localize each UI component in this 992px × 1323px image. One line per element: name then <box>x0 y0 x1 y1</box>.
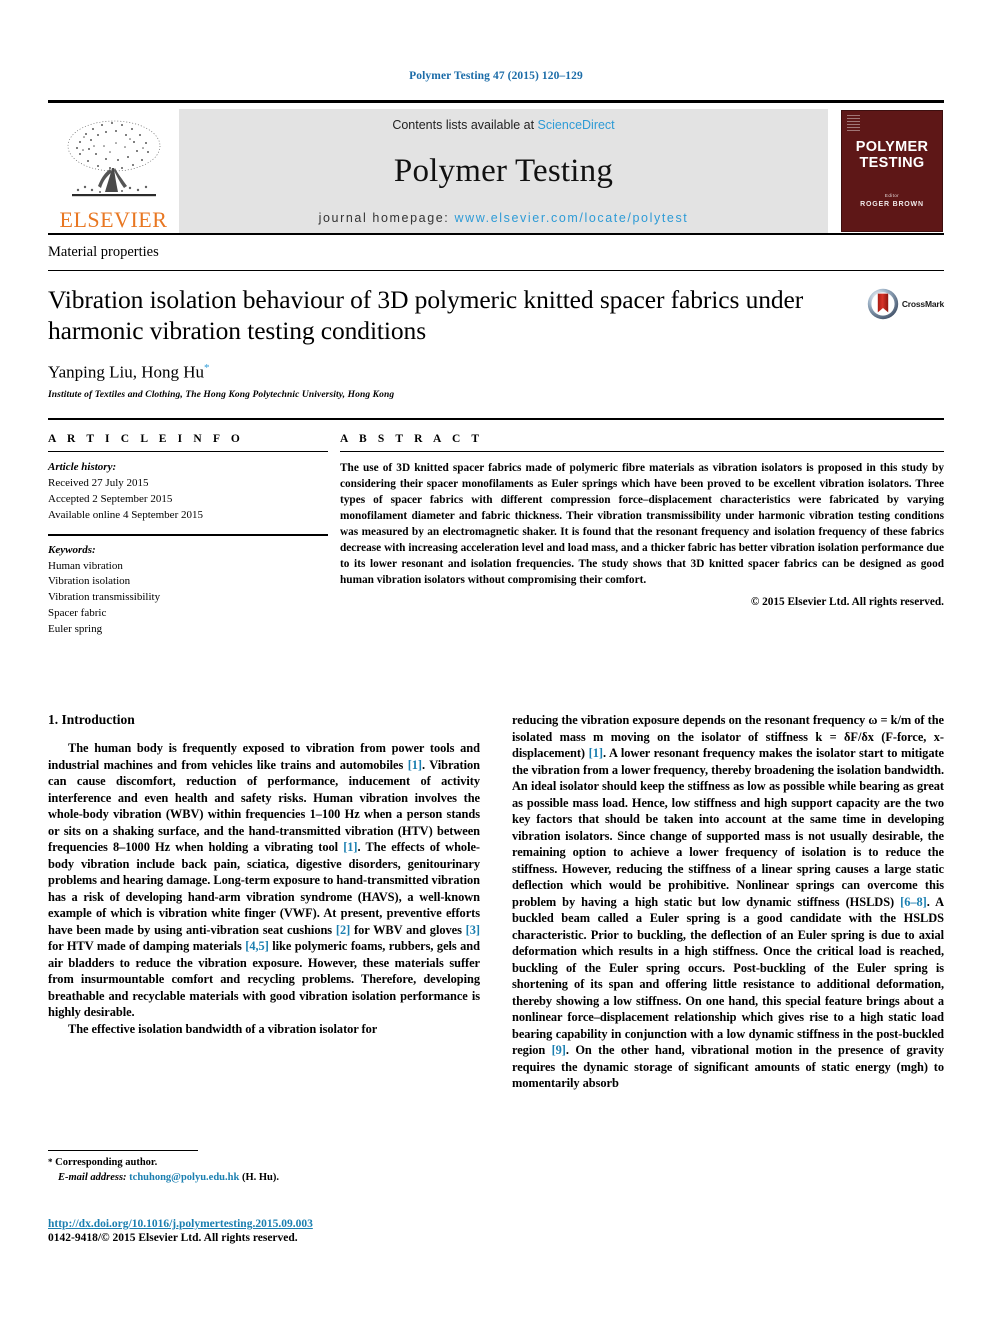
info-abstract-block: A R T I C L E I N F O Article history: R… <box>48 420 944 638</box>
elsevier-logo: ELSEVIER <box>48 109 179 233</box>
citation-ref[interactable]: [1] <box>343 840 357 854</box>
doi-link[interactable]: http://dx.doi.org/10.1016/j.polymertesti… <box>48 1218 478 1230</box>
abstract-column: A B S T R A C T The use of 3D knitted sp… <box>340 433 944 638</box>
section-label: Material properties <box>48 244 159 260</box>
email-label: E-mail address: <box>58 1171 127 1183</box>
article-history-label: Article history: <box>48 460 117 473</box>
corresponding-author-marker: * <box>204 362 210 375</box>
citation-ref[interactable]: [2] <box>336 923 350 937</box>
contents-available-line: Contents lists available at ScienceDirec… <box>392 118 614 132</box>
article-info-heading-rule <box>48 450 328 452</box>
citation-ref[interactable]: [1] <box>589 746 603 760</box>
elsevier-tree-icon <box>67 120 160 197</box>
journal-homepage-link[interactable]: www.elsevier.com/locate/polytest <box>454 211 688 225</box>
keywords-divider <box>48 533 328 536</box>
history-item: Accepted 2 September 2015 <box>48 492 173 505</box>
corresponding-author-footnote: * Corresponding author. E-mail address: … <box>48 1150 478 1185</box>
abstract-heading-rule <box>340 450 944 452</box>
footnote-divider <box>48 1150 198 1151</box>
history-item: Received 27 July 2015 <box>48 476 149 489</box>
body-column-right: reducing the vibration exposure depends … <box>512 712 944 1092</box>
running-head: Polymer Testing 47 (2015) 120–129 <box>409 70 583 82</box>
footnote-star: * <box>48 1157 53 1167</box>
cover-title-line1: POLYMER <box>855 139 929 156</box>
citation-ref[interactable]: [4,5] <box>245 939 269 953</box>
abstract-heading: A B S T R A C T <box>340 432 484 445</box>
citation-ref[interactable]: [9] <box>552 1043 566 1057</box>
keyword-item: Euler spring <box>48 623 103 636</box>
section-label-band: Material properties <box>48 233 944 271</box>
cover-elsevier-icon <box>847 115 860 131</box>
journal-homepage-line: journal homepage: www.elsevier.com/locat… <box>319 211 689 225</box>
affiliation: Institute of Textiles and Clothing, The … <box>48 389 395 400</box>
contents-prefix-text: Contents lists available at <box>392 118 538 132</box>
abstract-copyright: © 2015 Elsevier Ltd. All rights reserved… <box>750 596 944 609</box>
cover-editor-label: Editor <box>884 192 900 198</box>
page-title: Vibration isolation behaviour of 3D poly… <box>48 285 804 345</box>
body-paragraph: The effective isolation bandwidth of a v… <box>68 1021 378 1036</box>
history-item: Available online 4 September 2015 <box>48 508 203 521</box>
masthead-center-panel: Contents lists available at ScienceDirec… <box>179 109 828 233</box>
keyword-item: Vibration isolation <box>48 575 131 588</box>
article-page: Polymer Testing 47 (2015) 120–129 ELSEVI… <box>0 0 992 1323</box>
body-columns: 1. Introduction The human body is freque… <box>48 638 944 1092</box>
keyword-item: Spacer fabric <box>48 607 107 620</box>
article-info-heading: A R T I C L E I N F O <box>48 432 244 445</box>
citation-ref[interactable]: [6–8] <box>900 895 927 909</box>
cover-title: POLYMER TESTING <box>855 139 929 171</box>
keywords-label: Keywords: <box>48 543 96 556</box>
homepage-prefix-text: journal homepage: <box>318 211 455 225</box>
keyword-item: Human vibration <box>48 559 123 572</box>
journal-cover-thumbnail: POLYMER TESTING Editor ROGER BROWN <box>840 109 944 233</box>
corresponding-author-line: * Corresponding author. <box>48 1156 478 1171</box>
author-names: Yanping Liu, Hong Hu <box>48 362 205 382</box>
crossmark-badge[interactable]: CrossMark <box>867 288 944 320</box>
email-suffix: (H. Hu). <box>241 1171 279 1183</box>
citation-ref[interactable]: [3] <box>466 923 480 937</box>
issn-copyright-line: 0142-9418/© 2015 Elsevier Ltd. All right… <box>48 1232 298 1244</box>
email-line: E-mail address: tchuhong@polyu.edu.hk (H… <box>48 1171 478 1186</box>
keywords-group: Keywords: Human vibration Vibration isol… <box>48 543 328 639</box>
corresponding-author-text: Corresponding author. <box>55 1157 158 1168</box>
author-list: Yanping Liu, Hong Hu* <box>48 362 944 383</box>
keyword-item: Vibration transmissibility <box>48 591 161 604</box>
body-column-left: 1. Introduction The human body is freque… <box>48 712 480 1092</box>
crossmark-label: CrossMark <box>901 299 944 309</box>
intro-heading: 1. Introduction <box>48 712 135 728</box>
journal-cover-art: POLYMER TESTING Editor ROGER BROWN <box>841 110 943 232</box>
crossmark-icon <box>867 288 899 320</box>
journal-title: Polymer Testing <box>393 153 614 189</box>
citation-ref[interactable]: [1] <box>408 758 422 772</box>
sciencedirect-link[interactable]: ScienceDirect <box>538 118 615 132</box>
doi-block: http://dx.doi.org/10.1016/j.polymertesti… <box>48 1218 478 1244</box>
title-band: Vibration isolation behaviour of 3D poly… <box>48 271 944 400</box>
cover-editor-name: ROGER BROWN <box>860 200 924 208</box>
email-link[interactable]: tchuhong@polyu.edu.hk <box>129 1172 239 1183</box>
body-paragraph: The human body is frequently exposed to … <box>48 741 480 1020</box>
journal-masthead: ELSEVIER Contents lists available at Sci… <box>48 100 944 233</box>
article-info-column: A R T I C L E I N F O Article history: R… <box>48 433 340 638</box>
elsevier-wordmark: ELSEVIER <box>59 207 168 232</box>
abstract-text: The use of 3D knitted spacer fabrics mad… <box>340 461 944 587</box>
title-block: Vibration isolation behaviour of 3D poly… <box>48 271 944 346</box>
article-history-group: Article history: Received 27 July 2015 A… <box>48 460 328 524</box>
cover-title-line2: TESTING <box>859 154 925 171</box>
body-paragraph: reducing the vibration exposure depends … <box>512 713 945 1091</box>
